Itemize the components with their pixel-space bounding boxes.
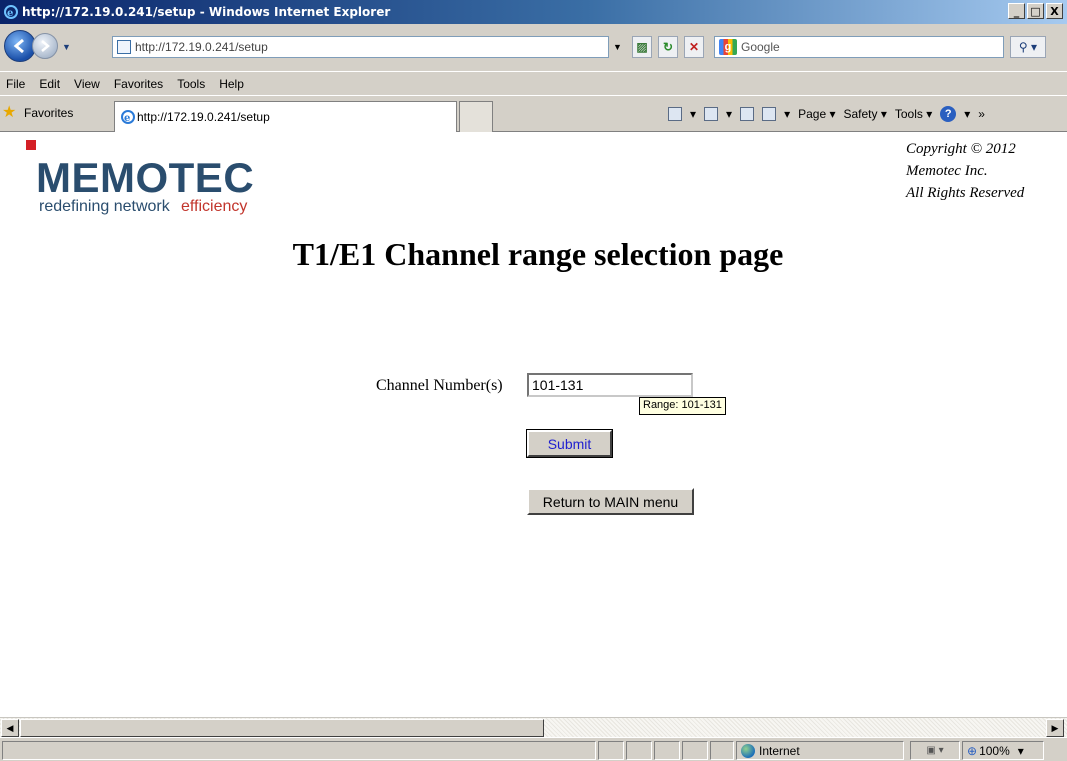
menu-bar: File Edit View Favorites Tools Help xyxy=(0,71,1067,95)
scroll-thumb[interactable] xyxy=(20,719,544,737)
chevron-more-icon[interactable]: » xyxy=(978,107,985,121)
svg-text:e: e xyxy=(7,8,13,19)
window-title-bar: e http://172.19.0.241/setup - Windows In… xyxy=(0,0,1067,24)
zoom-dropdown-icon: ▾ xyxy=(1017,743,1024,758)
menu-edit[interactable]: Edit xyxy=(39,77,60,91)
horizontal-scrollbar[interactable]: ◀ ▶ xyxy=(0,717,1067,737)
range-tooltip: Range: 101-131 xyxy=(639,397,726,415)
back-arrow-icon xyxy=(13,38,24,54)
menu-view[interactable]: View xyxy=(74,77,100,91)
search-input[interactable]: g Google xyxy=(714,36,1004,58)
address-field[interactable]: http://172.19.0.241/setup xyxy=(112,36,626,58)
command-safety[interactable]: Safety ▾ xyxy=(843,107,886,121)
star-icon: ★ xyxy=(2,104,17,121)
status-pane xyxy=(626,741,652,760)
forward-button[interactable] xyxy=(32,33,58,59)
feeds-dropdown-icon[interactable]: ▾ xyxy=(726,107,732,121)
ie-logo-icon: e xyxy=(4,5,18,19)
status-bar: Internet ▣ ▾ ⊕ 100% ▾ xyxy=(0,737,1067,761)
home-icon[interactable] xyxy=(668,107,682,121)
favorites-label: Favorites xyxy=(24,106,74,120)
magnifier-icon: ⚲ ▾ xyxy=(1018,40,1038,54)
right-edge xyxy=(1060,132,1067,717)
logo-tagline-part1: redefining network xyxy=(39,198,170,215)
zone-label: Internet xyxy=(759,743,800,758)
globe-icon xyxy=(741,743,755,758)
tab-title: http://172.19.0.241/setup xyxy=(137,110,270,124)
logo-red-square xyxy=(26,140,36,150)
copyright-notice: Copyright © 2012 Memotec Inc. All Rights… xyxy=(906,138,1024,204)
copyright-line: Copyright © 2012 xyxy=(906,141,1016,157)
rights-line: All Rights Reserved xyxy=(906,185,1025,201)
compatibility-view-icon[interactable]: ▨ xyxy=(632,36,652,58)
minimize-button[interactable]: _ xyxy=(1008,3,1025,19)
zoom-level: 100% xyxy=(979,743,1010,758)
ie-logo-icon: e xyxy=(121,110,135,124)
status-text-pane xyxy=(2,741,596,760)
page-title: T1/E1 Channel range selection page xyxy=(292,236,784,272)
logo-word: MEMOTEC xyxy=(36,154,255,201)
menu-favorites[interactable]: Favorites xyxy=(114,77,163,91)
zoom-control[interactable]: ⊕ 100% ▾ xyxy=(962,741,1044,760)
print-icon[interactable] xyxy=(762,107,777,121)
recent-pages-dropdown-icon[interactable]: ▼ xyxy=(62,42,71,52)
address-toolbar: ▼ http://172.19.0.241/setup ▼ ▨ ↻ ✕ g Go… xyxy=(0,24,1067,71)
stop-icon[interactable]: ✕ xyxy=(684,36,704,58)
search-button[interactable]: ⚲ ▾ xyxy=(1010,36,1046,58)
channel-number-input[interactable] xyxy=(527,373,693,397)
status-pane xyxy=(682,741,708,760)
page-content: MEMOTEC redefining network efficiency Co… xyxy=(0,132,1060,717)
scroll-right-icon[interactable]: ▶ xyxy=(1046,719,1064,737)
menu-help[interactable]: Help xyxy=(219,77,244,91)
return-main-menu-button[interactable]: Return to MAIN menu xyxy=(527,488,694,515)
maximize-button[interactable]: □ xyxy=(1027,3,1044,19)
mail-icon[interactable] xyxy=(740,107,755,121)
svg-text:e: e xyxy=(124,113,130,124)
status-pane xyxy=(598,741,624,760)
status-pane xyxy=(654,741,680,760)
google-icon: g xyxy=(719,39,737,55)
menu-tools[interactable]: Tools xyxy=(177,77,205,91)
help-dropdown-icon[interactable]: ▾ xyxy=(964,107,970,121)
command-tools[interactable]: Tools ▾ xyxy=(895,107,932,121)
tab-setup[interactable]: e http://172.19.0.241/setup xyxy=(114,101,457,132)
feeds-icon[interactable] xyxy=(704,107,719,121)
zoom-icon: ⊕ xyxy=(967,743,978,758)
command-bar: ▾ ▾ ▾ Page ▾ Safety ▾ Tools ▾ ? ▾ » xyxy=(668,106,985,122)
forward-arrow-icon xyxy=(41,40,50,52)
command-page[interactable]: Page ▾ xyxy=(798,107,835,121)
logo-tagline-part2: efficiency xyxy=(181,198,248,215)
close-button[interactable]: X xyxy=(1046,3,1063,19)
favorites-button[interactable]: ★ Favorites xyxy=(2,105,73,121)
menu-file[interactable]: File xyxy=(6,77,25,91)
security-zone[interactable]: Internet xyxy=(736,741,904,760)
protected-mode-icon[interactable]: ▣ ▾ xyxy=(910,741,960,760)
scroll-left-icon[interactable]: ◀ xyxy=(1,719,19,737)
address-dropdown-icon[interactable]: ▼ xyxy=(608,36,626,58)
page-icon xyxy=(117,40,131,54)
channel-number-label: Channel Number(s) xyxy=(376,377,503,394)
status-pane xyxy=(710,741,734,760)
window-title: http://172.19.0.241/setup - Windows Inte… xyxy=(22,5,391,19)
new-tab-button[interactable] xyxy=(459,101,493,132)
submit-button[interactable]: Submit xyxy=(526,429,613,458)
search-placeholder: Google xyxy=(741,40,780,54)
print-dropdown-icon[interactable]: ▾ xyxy=(784,107,790,121)
home-dropdown-icon[interactable]: ▾ xyxy=(690,107,696,121)
refresh-icon[interactable]: ↻ xyxy=(658,36,678,58)
url-text: http://172.19.0.241/setup xyxy=(135,40,268,54)
favorites-bar: ★ Favorites e http://172.19.0.241/setup … xyxy=(0,95,1067,132)
help-icon[interactable]: ? xyxy=(940,106,957,122)
company-line: Memotec Inc. xyxy=(906,163,988,179)
